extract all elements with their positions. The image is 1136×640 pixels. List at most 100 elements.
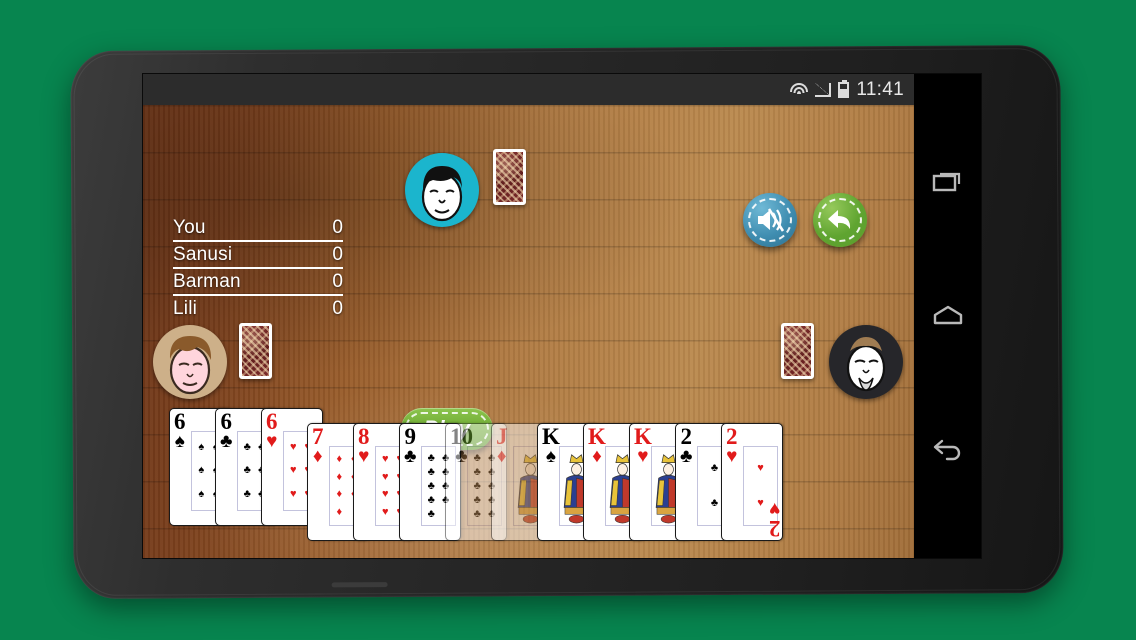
player-name: Barman bbox=[173, 271, 241, 292]
score-row: You 0 bbox=[173, 217, 343, 242]
card-pip: ♣ bbox=[710, 497, 719, 509]
card-pip: ♥ bbox=[381, 470, 389, 483]
card-pip: ♠ bbox=[198, 441, 205, 454]
card-corner: 6 ♠ bbox=[174, 409, 186, 452]
card-corner: 8 ♥ bbox=[358, 424, 370, 467]
card-suit-icon: ♥ bbox=[358, 446, 370, 467]
card-suit-icon: ♥ bbox=[768, 498, 780, 519]
card-corner: J ♦ bbox=[496, 425, 508, 467]
card-pip: ♥ bbox=[381, 505, 389, 518]
card-pip: ♣ bbox=[427, 507, 435, 520]
card-pip: ♣ bbox=[427, 479, 435, 492]
card-pip: ♣ bbox=[243, 464, 251, 477]
back-nav-button[interactable] bbox=[926, 429, 970, 473]
card-pip: ♣ bbox=[427, 451, 435, 464]
card-pip: ♣ bbox=[427, 465, 435, 478]
card-rank: 2 bbox=[768, 516, 781, 541]
game-table: You 0 Sanusi 0 Barman 0 Lili 0 6 ♠ ♠ ♠ ♠… bbox=[143, 105, 914, 558]
card-pip: ♣ bbox=[473, 451, 481, 464]
card-pip: ♣ bbox=[243, 441, 251, 454]
card-rank: K bbox=[542, 424, 560, 449]
card-rank: K bbox=[588, 424, 606, 449]
card-pip: ♣ bbox=[710, 462, 719, 474]
face-icon bbox=[421, 166, 463, 222]
card-pip: ♥ bbox=[289, 441, 297, 454]
card-suit-icon: ♣ bbox=[455, 446, 468, 467]
card-suit-icon: ♣ bbox=[220, 431, 233, 452]
player-score: 0 bbox=[332, 271, 343, 292]
avatar-right-player[interactable] bbox=[829, 325, 903, 399]
card-suit-icon: ♦ bbox=[496, 446, 507, 467]
card-corner: 6 ♥ bbox=[266, 409, 278, 452]
player-name: Lili bbox=[173, 298, 198, 319]
card-pip: ♣ bbox=[473, 465, 481, 478]
card-rank: 9 bbox=[404, 424, 416, 449]
card-pip: ♣ bbox=[243, 487, 251, 500]
sound-toggle-button[interactable] bbox=[743, 193, 797, 247]
card-pip: ♦ bbox=[336, 453, 343, 466]
card-pip: ♥ bbox=[381, 453, 389, 466]
recents-icon bbox=[932, 173, 960, 192]
card-corner: K ♦ bbox=[588, 424, 606, 467]
card-corner: 7 ♦ bbox=[312, 424, 324, 467]
player-score: 0 bbox=[332, 244, 343, 265]
signal-icon bbox=[815, 82, 832, 97]
face-icon bbox=[169, 336, 212, 395]
card-rank: 6 bbox=[266, 409, 278, 434]
card-corner: K ♥ bbox=[634, 424, 652, 466]
card-suit-icon: ♠ bbox=[545, 446, 556, 467]
home-button[interactable] bbox=[926, 294, 970, 338]
back-nav-icon bbox=[933, 439, 960, 460]
card-pip: ♣ bbox=[473, 479, 481, 492]
card-rank: 2 bbox=[680, 424, 692, 449]
card-back bbox=[493, 149, 526, 205]
player-score: 0 bbox=[332, 298, 343, 319]
card-rank: 6 bbox=[174, 409, 186, 434]
card-pip: ♦ bbox=[336, 488, 343, 501]
card-suit-icon: ♦ bbox=[592, 446, 602, 467]
card-suit-icon: ♣ bbox=[680, 446, 693, 467]
avatar-top-player[interactable] bbox=[405, 153, 479, 227]
hand-card[interactable]: 2 ♥ ♥ ♥ 2 ♥ bbox=[721, 423, 783, 541]
card-pip: ♦ bbox=[336, 505, 343, 518]
card-pip: ♠ bbox=[198, 464, 205, 477]
card-suit-icon: ♦ bbox=[312, 446, 323, 467]
face-icon bbox=[846, 337, 886, 392]
status-time: 11:41 bbox=[856, 78, 904, 100]
card-corner: 6 ♣ bbox=[220, 410, 233, 452]
scoreboard: You 0 Sanusi 0 Barman 0 Lili 0 bbox=[173, 217, 343, 323]
card-suit-icon: ♣ bbox=[404, 446, 417, 467]
back-button[interactable] bbox=[813, 193, 867, 247]
card-pip: ♣ bbox=[473, 507, 481, 520]
card-rank: 7 bbox=[312, 424, 324, 449]
screenshot-root: 11:41 You 0 Sanusi 0 Barman 0 Lili 0 6 ♠… bbox=[0, 0, 1136, 640]
card-suit-icon: ♠ bbox=[174, 431, 185, 452]
card-pip: ♥ bbox=[757, 497, 764, 509]
score-row: Barman 0 bbox=[173, 271, 343, 296]
phone-screen: 11:41 You 0 Sanusi 0 Barman 0 Lili 0 6 ♠… bbox=[143, 74, 981, 558]
card-pip: ♣ bbox=[473, 493, 481, 506]
speaker-mute-icon bbox=[758, 208, 785, 232]
card-pip: ♥ bbox=[289, 464, 297, 477]
card-corner-bottom: 2 ♥ bbox=[768, 498, 781, 541]
recents-button[interactable] bbox=[926, 159, 970, 203]
card-rank: K bbox=[634, 424, 652, 449]
avatar-left-player[interactable] bbox=[153, 325, 227, 399]
card-corner: 2 ♣ bbox=[680, 424, 693, 467]
battery-icon bbox=[838, 79, 850, 98]
back-arrow-icon bbox=[828, 210, 851, 229]
card-corner: K ♠ bbox=[542, 424, 560, 467]
player-hand: 6♠♠♠♠♠♠♠6♣♣♣♣♣♣♣6♥♥♥♥♥♥♥7♦♦♦♦♦♦♦♦8♥♥♥♥♥♥… bbox=[143, 408, 914, 558]
status-bar: 11:41 bbox=[143, 74, 914, 105]
card-corner: 2 ♥ bbox=[726, 424, 738, 466]
player-name: Sanusi bbox=[173, 244, 233, 265]
card-rank: 2 bbox=[726, 424, 738, 449]
card-rank: 8 bbox=[358, 424, 370, 449]
android-navigation-bar bbox=[914, 74, 981, 558]
card-pip: ♦ bbox=[336, 470, 343, 483]
card-suit-icon: ♥ bbox=[266, 431, 278, 452]
bottom-speaker bbox=[331, 582, 388, 588]
player-name: You bbox=[173, 217, 206, 238]
home-icon bbox=[933, 305, 962, 325]
card-back bbox=[781, 323, 814, 379]
